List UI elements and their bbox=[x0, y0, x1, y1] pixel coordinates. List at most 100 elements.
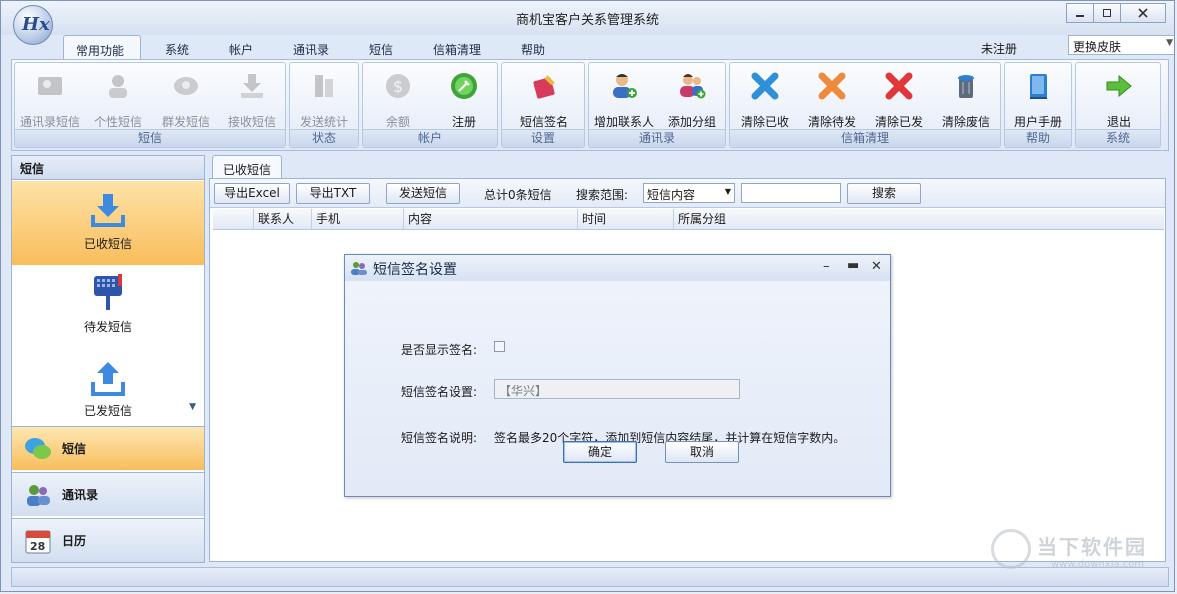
contacts-sms-button[interactable]: 通讯录短信 bbox=[17, 65, 83, 129]
calendar-icon: 28 bbox=[24, 527, 52, 555]
register-button[interactable]: 注册 bbox=[431, 65, 497, 129]
export-excel-button[interactable]: 导出Excel bbox=[214, 183, 290, 204]
nav-contacts[interactable]: 通讯录 bbox=[12, 472, 204, 516]
add-contact-button[interactable]: 增加联系人 bbox=[591, 65, 657, 129]
ribbon-group-settings: 短信签名 设置 bbox=[501, 62, 585, 148]
main-window: 商机宝客户关系管理系统 Hx 常用功能 系统 帐户 通讯录 短信 信箱清理 帮助… bbox=[0, 0, 1175, 592]
show-signature-checkbox[interactable] bbox=[494, 341, 505, 352]
left-item-sent[interactable]: 已发短信 bbox=[12, 360, 204, 416]
user-manual-button[interactable]: 用户手册 bbox=[1005, 65, 1071, 129]
signature-setting-label: 短信签名设置: bbox=[401, 385, 478, 399]
inbox-download-icon bbox=[88, 191, 128, 231]
nav-sms[interactable]: 短信 bbox=[12, 426, 204, 470]
group-sms-label: 群发短信 bbox=[161, 115, 210, 129]
tab-contacts[interactable]: 通讯录 bbox=[293, 41, 329, 58]
ribbon-group-title: 状态 bbox=[290, 129, 358, 147]
ribbon-group-title: 帮助 bbox=[1005, 129, 1071, 147]
balance-button[interactable]: $ 余额 bbox=[365, 65, 431, 129]
chat-bubbles-icon bbox=[24, 435, 52, 463]
ok-button[interactable]: 确定 bbox=[563, 441, 637, 463]
user-manual-label: 用户手册 bbox=[1013, 115, 1062, 129]
maximize-button[interactable] bbox=[1093, 3, 1121, 23]
personal-sms-button[interactable]: 个性短信 bbox=[85, 65, 151, 129]
left-item-label: 已收短信 bbox=[83, 237, 132, 251]
close-icon bbox=[1138, 8, 1148, 18]
exit-label: 退出 bbox=[1106, 115, 1131, 129]
col-group[interactable]: 所属分组 bbox=[673, 209, 1164, 229]
search-input[interactable] bbox=[741, 183, 841, 203]
clear-sent-button[interactable]: 清除已发 bbox=[866, 65, 932, 129]
tab-mailbox-cleanup[interactable]: 信箱清理 bbox=[433, 41, 481, 58]
watermark: 当下软件园 www.downxia.com bbox=[991, 529, 1171, 579]
ribbon-group-title: 短信 bbox=[15, 129, 285, 147]
tab-common[interactable]: 常用功能 bbox=[63, 35, 141, 59]
trash-can-icon bbox=[949, 69, 983, 103]
app-logo[interactable]: Hx bbox=[13, 5, 53, 45]
tab-help[interactable]: 帮助 bbox=[521, 41, 545, 58]
tab-system[interactable]: 系统 bbox=[165, 41, 189, 58]
search-scope-select[interactable]: 短信内容 ▼ bbox=[643, 183, 735, 203]
window-title: 商机宝客户关系管理系统 bbox=[515, 13, 659, 28]
sms-signature-button[interactable]: 短信签名 bbox=[511, 65, 577, 129]
col-content[interactable]: 内容 bbox=[403, 209, 577, 229]
add-group-button[interactable]: 添加分组 bbox=[659, 65, 725, 129]
users-icon bbox=[350, 260, 368, 276]
content-toolbar: 导出Excel 导出TXT 发送短信 总计0条短信 搜索范围: 短信内容 ▼ 搜… bbox=[210, 179, 1165, 208]
watermark-brand: 当下软件园 bbox=[1037, 535, 1147, 559]
tab-sms[interactable]: 短信 bbox=[369, 41, 393, 58]
group-sms-button[interactable]: 群发短信 bbox=[153, 65, 219, 129]
signature-dialog: 短信签名设置 – ▬ ✕ 是否显示签名: 短信签名设置: 【华兴】 短信签名说明… bbox=[344, 254, 891, 497]
red-x-icon bbox=[882, 69, 916, 103]
clear-pending-label: 清除待发 bbox=[807, 115, 856, 129]
col-phone[interactable]: 手机 bbox=[311, 209, 403, 229]
ribbon-group-title: 通讯录 bbox=[589, 129, 725, 147]
minimize-icon bbox=[1076, 15, 1084, 17]
receive-sms-button[interactable]: 接收短信 bbox=[219, 65, 285, 129]
col-contact[interactable]: 联系人 bbox=[253, 209, 311, 229]
ribbon-group-status: 发送统计 状态 bbox=[289, 62, 359, 148]
dialog-maximize-button[interactable]: ▬ bbox=[847, 258, 859, 273]
send-stats-icon bbox=[307, 69, 341, 103]
dialog-title: 短信签名设置 bbox=[373, 262, 457, 278]
scroll-down-icon[interactable]: ▼ bbox=[189, 402, 196, 412]
clear-trash-button[interactable]: 清除废信 bbox=[933, 65, 999, 129]
manual-book-icon bbox=[1021, 69, 1055, 103]
clear-sent-label: 清除已发 bbox=[874, 115, 923, 129]
contacts-sms-label: 通讯录短信 bbox=[19, 115, 80, 129]
tab-received-sms[interactable]: 已收短信 bbox=[212, 155, 283, 179]
table-header: 联系人 手机 内容 时间 所属分组 bbox=[213, 209, 1164, 230]
dialog-minimize-button[interactable]: – bbox=[823, 259, 830, 274]
left-item-pending[interactable]: 待发短信 bbox=[12, 272, 204, 352]
dialog-close-button[interactable]: ✕ bbox=[871, 259, 882, 274]
left-panel: 短信 已收短信 待发短信 已发短信 ▼ 短信 通讯录 28 日历 bbox=[11, 155, 205, 563]
left-panel-header: 短信 bbox=[12, 156, 204, 180]
cancel-button[interactable]: 取消 bbox=[665, 441, 739, 463]
clear-trash-label: 清除废信 bbox=[941, 115, 990, 129]
minimize-button[interactable] bbox=[1066, 3, 1094, 23]
receive-sms-label: 接收短信 bbox=[227, 115, 276, 129]
ribbon-group-sms: 通讯录短信 个性短信 群发短信 接收短信 短信 bbox=[14, 62, 286, 148]
clear-received-button[interactable]: 清除已收 bbox=[732, 65, 798, 129]
export-txt-button[interactable]: 导出TXT bbox=[296, 183, 370, 204]
send-stats-label: 发送统计 bbox=[299, 115, 348, 129]
send-sms-button[interactable]: 发送短信 bbox=[386, 183, 460, 204]
send-stats-button[interactable]: 发送统计 bbox=[291, 65, 357, 129]
search-button[interactable]: 搜索 bbox=[847, 183, 921, 204]
coin-icon: $ bbox=[381, 69, 415, 103]
clear-pending-button[interactable]: 清除待发 bbox=[799, 65, 865, 129]
ribbon-group-help: 用户手册 帮助 bbox=[1004, 62, 1072, 148]
left-item-received[interactable]: 已收短信 bbox=[12, 181, 204, 265]
signature-input[interactable]: 【华兴】 bbox=[494, 379, 740, 399]
contacts-group-icon bbox=[24, 481, 52, 509]
watermark-url: www.downxia.com bbox=[1051, 559, 1145, 570]
tab-account[interactable]: 帐户 bbox=[229, 41, 253, 58]
exit-arrow-icon bbox=[1102, 69, 1136, 103]
close-button[interactable] bbox=[1120, 3, 1166, 23]
personal-sms-label: 个性短信 bbox=[93, 115, 142, 129]
col-time[interactable]: 时间 bbox=[577, 209, 673, 229]
window-controls bbox=[1066, 3, 1166, 23]
skin-select[interactable]: 更换皮肤 ▼ bbox=[1068, 35, 1174, 55]
outbox-upload-icon bbox=[88, 360, 128, 398]
nav-calendar[interactable]: 28 日历 bbox=[12, 518, 204, 562]
exit-button[interactable]: 退出 bbox=[1086, 65, 1152, 129]
